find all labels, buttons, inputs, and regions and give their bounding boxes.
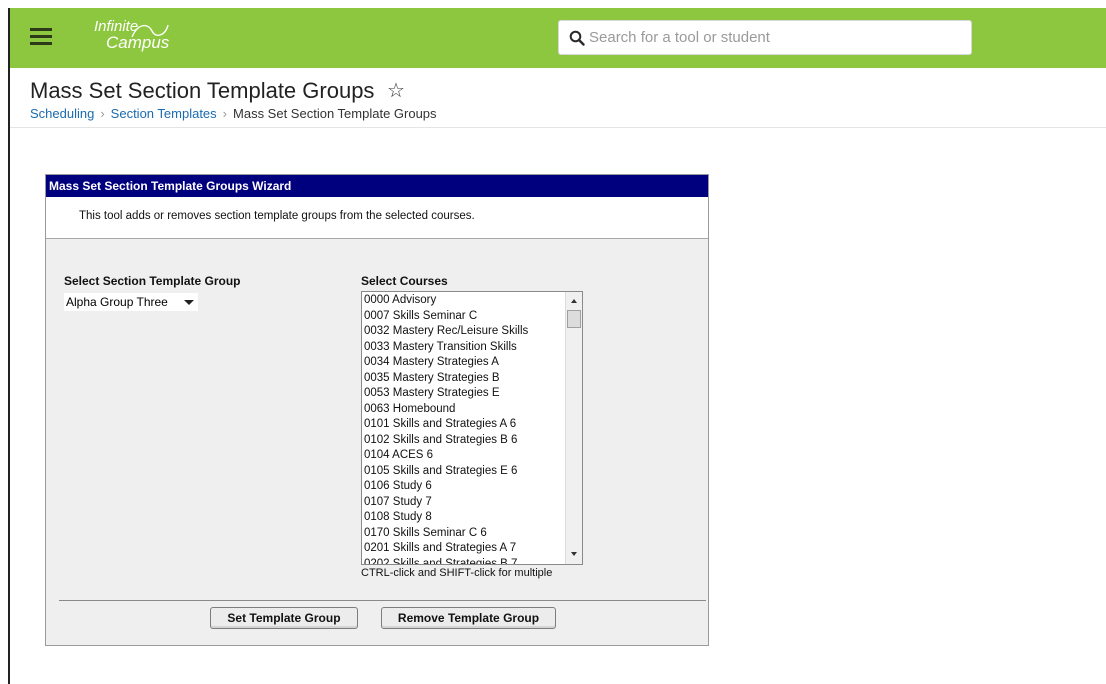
breadcrumb-current: Mass Set Section Template Groups bbox=[233, 106, 437, 121]
menu-icon[interactable] bbox=[30, 28, 52, 46]
course-option[interactable]: 0063 Homebound bbox=[364, 402, 562, 418]
course-option[interactable]: 0000 Advisory bbox=[364, 293, 562, 309]
app-frame: Infinite Campus Mass Set Section Templat… bbox=[8, 8, 1106, 684]
multi-select-hint: CTRL-click and SHIFT-click for multiple bbox=[361, 567, 553, 579]
course-option[interactable]: 0105 Skills and Strategies E 6 bbox=[364, 464, 562, 480]
course-option[interactable]: 0107 Study 7 bbox=[364, 495, 562, 511]
group-select-label: Select Section Template Group bbox=[64, 274, 241, 288]
star-icon[interactable]: ☆ bbox=[387, 78, 405, 103]
page-title: Mass Set Section Template Groups bbox=[30, 78, 375, 103]
chevron-right-icon: › bbox=[100, 106, 105, 121]
course-list: 0000 Advisory 0007 Skills Seminar C 0032 M… bbox=[362, 292, 562, 565]
course-option[interactable]: 0035 Mastery Strategies B bbox=[364, 371, 562, 387]
courses-listbox[interactable]: 0000 Advisory 0007 Skills Seminar C 0032 M… bbox=[361, 291, 583, 565]
course-option[interactable]: 0104 ACES 6 bbox=[364, 448, 562, 464]
course-option[interactable]: 0106 Study 6 bbox=[364, 479, 562, 495]
remove-template-group-button[interactable]: Remove Template Group bbox=[381, 607, 556, 629]
course-option[interactable]: 0101 Skills and Strategies A 6 bbox=[364, 417, 562, 433]
button-divider bbox=[59, 600, 706, 601]
wizard-title: Mass Set Section Template Groups Wizard bbox=[46, 175, 708, 197]
course-option[interactable]: 0053 Mastery Strategies E bbox=[364, 386, 562, 402]
course-option[interactable]: 0202 Skills and Strategies B 7 bbox=[364, 557, 562, 565]
breadcrumb: Scheduling › Section Templates › Mass Set Se… bbox=[30, 106, 437, 121]
course-option[interactable]: 0108 Study 8 bbox=[364, 510, 562, 526]
scroll-up-icon[interactable] bbox=[571, 299, 577, 303]
set-template-group-button[interactable]: Set Template Group bbox=[210, 607, 358, 629]
course-option[interactable]: 0033 Mastery Transition Skills bbox=[364, 340, 562, 356]
breadcrumb-scheduling[interactable]: Scheduling bbox=[30, 106, 94, 121]
courses-scrollbar[interactable] bbox=[565, 292, 582, 564]
template-group-dropdown[interactable]: Alpha Group Three bbox=[64, 293, 198, 311]
course-option[interactable]: 0170 Skills Seminar C 6 bbox=[364, 526, 562, 542]
top-bar: Infinite Campus bbox=[10, 8, 1106, 68]
search-icon bbox=[569, 30, 585, 46]
course-option[interactable]: 0032 Mastery Rec/Leisure Skills bbox=[364, 324, 562, 340]
scroll-thumb[interactable] bbox=[567, 310, 581, 328]
search-box[interactable] bbox=[558, 20, 972, 55]
breadcrumb-section-templates[interactable]: Section Templates bbox=[111, 106, 217, 121]
course-option[interactable]: 0102 Skills and Strategies B 6 bbox=[364, 433, 562, 449]
scroll-down-icon[interactable] bbox=[571, 552, 577, 556]
template-group-selected: Alpha Group Three bbox=[66, 295, 168, 309]
course-option[interactable]: 0007 Skills Seminar C bbox=[364, 309, 562, 325]
courses-label: Select Courses bbox=[361, 274, 448, 288]
chevron-right-icon: › bbox=[222, 106, 228, 121]
course-option[interactable]: 0034 Mastery Strategies A bbox=[364, 355, 562, 371]
header-divider bbox=[10, 127, 1106, 128]
wizard-panel: Mass Set Section Template Groups Wizard … bbox=[45, 174, 709, 646]
logo-swoosh-icon bbox=[131, 24, 169, 38]
infinite-campus-logo[interactable]: Infinite Campus bbox=[94, 19, 169, 52]
wizard-description: This tool adds or removes section templa… bbox=[46, 197, 708, 239]
dropdown-caret-icon bbox=[184, 300, 194, 305]
search-input[interactable] bbox=[589, 21, 964, 54]
course-option[interactable]: 0201 Skills and Strategies A 7 bbox=[364, 541, 562, 557]
